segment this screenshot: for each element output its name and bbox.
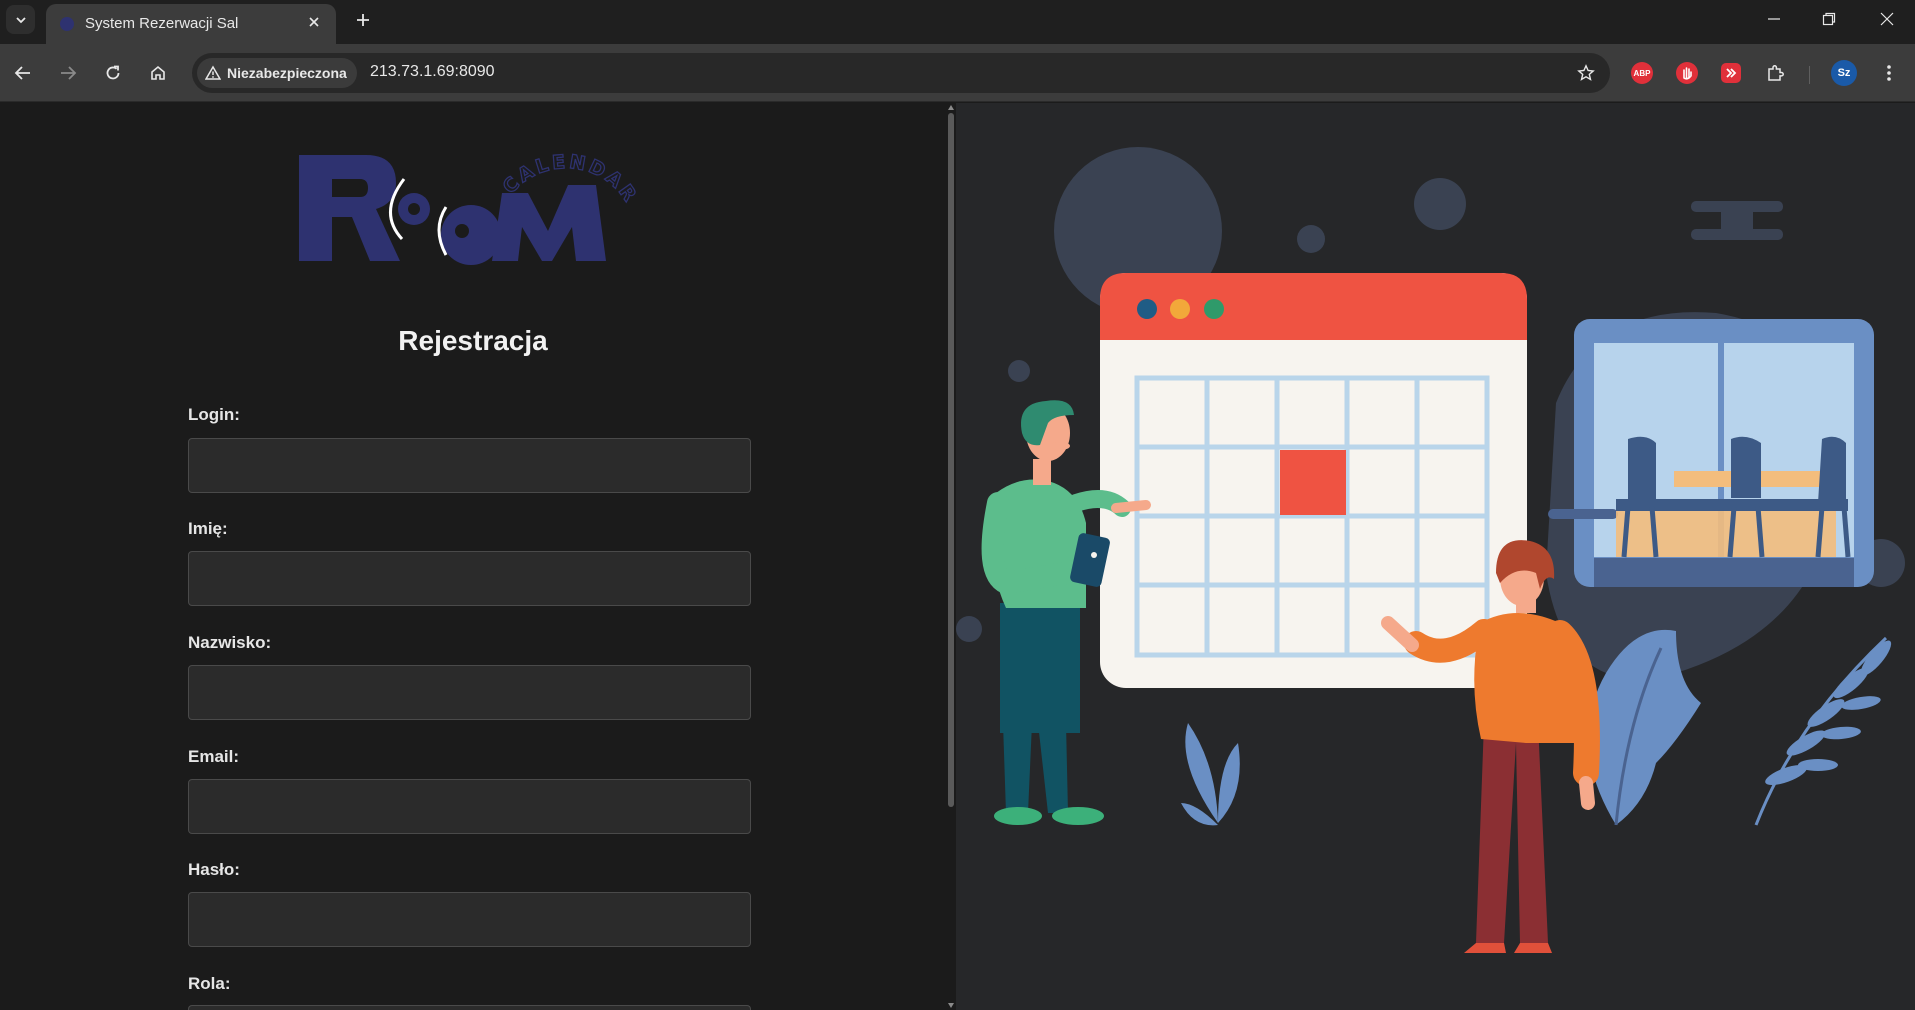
- close-icon: [309, 17, 319, 27]
- extensions-button[interactable]: [1764, 61, 1788, 85]
- plant-left-icon: [1181, 723, 1240, 826]
- login-input[interactable]: [188, 438, 751, 493]
- last-name-label: Nazwisko:: [188, 633, 272, 652]
- arrow-left-icon: [14, 66, 30, 80]
- calendar-meeting-illustration: [956, 147, 1905, 953]
- password-input[interactable]: [188, 892, 751, 947]
- page-scrollbar[interactable]: [946, 103, 956, 1010]
- stop-hand-icon: [1676, 62, 1698, 84]
- role-label: Rola:: [188, 974, 231, 993]
- email-input[interactable]: [188, 779, 751, 834]
- login-label: Login:: [188, 405, 240, 424]
- bookmark-button[interactable]: [1574, 61, 1598, 85]
- arrow-right-icon: [61, 66, 77, 80]
- minimize-window-button[interactable]: [1747, 0, 1801, 38]
- close-tab-button[interactable]: [304, 12, 324, 32]
- site-security-chip[interactable]: Niezabezpieczona: [197, 58, 357, 88]
- video-downloader-extension[interactable]: [1719, 61, 1743, 85]
- close-window-button[interactable]: [1860, 0, 1914, 38]
- scroll-down-arrow-icon[interactable]: [948, 1003, 954, 1008]
- email-label: Email:: [188, 747, 240, 766]
- address-bar[interactable]: Niezabezpieczona 213.73.1.69:8090: [192, 53, 1610, 93]
- registration-title: Rejestracja: [398, 325, 548, 356]
- page-content: CALENDAR Rejestracja Login: Imię: Nazwis…: [0, 103, 1915, 1010]
- star-icon: [1577, 64, 1595, 81]
- extensions-puzzle-icon: [1768, 65, 1784, 81]
- back-button[interactable]: [7, 57, 39, 89]
- tab-title: System Rezerwacji Sal: [85, 15, 239, 32]
- registration-panel: CALENDAR Rejestracja Login: Imię: Nazwis…: [0, 103, 946, 1010]
- video-downloader-icon: [1721, 63, 1741, 83]
- plus-icon: [357, 14, 369, 26]
- last-name-input[interactable]: [188, 665, 751, 720]
- minimize-icon: [1768, 18, 1780, 20]
- role-select[interactable]: [188, 1005, 751, 1010]
- warning-triangle-icon: [205, 65, 221, 80]
- new-tab-button[interactable]: [350, 7, 376, 33]
- plant-fern-icon: [1754, 636, 1892, 826]
- room-calendar-logo: CALENDAR: [299, 150, 640, 265]
- password-label: Hasło:: [188, 860, 240, 879]
- stop-hand-extension[interactable]: [1675, 61, 1699, 85]
- first-name-input[interactable]: [188, 551, 751, 606]
- reload-button[interactable]: [97, 57, 129, 89]
- tab-search-button[interactable]: [6, 5, 35, 34]
- more-vertical-icon: [1887, 65, 1891, 81]
- home-icon: [151, 65, 165, 80]
- restore-window-button[interactable]: [1802, 0, 1856, 38]
- first-name-label: Imię:: [188, 519, 228, 538]
- scrollbar-thumb[interactable]: [948, 113, 954, 807]
- home-button[interactable]: [142, 57, 174, 89]
- close-icon: [1880, 12, 1894, 26]
- browser-tab-active[interactable]: System Rezerwacji Sal: [46, 4, 336, 44]
- favicon-icon: [60, 17, 74, 31]
- forward-button[interactable]: [52, 57, 84, 89]
- meeting-room-window: [1548, 319, 1874, 587]
- chevron-down-icon: [15, 16, 26, 23]
- toolbar-separator: [1809, 66, 1810, 84]
- browser-toolbar: Niezabezpieczona 213.73.1.69:8090 ABP Sz: [0, 44, 1915, 102]
- reload-icon: [106, 65, 120, 80]
- browser-menu-button[interactable]: [1875, 59, 1903, 87]
- adblock-plus-extension[interactable]: ABP: [1630, 61, 1654, 85]
- restore-icon: [1822, 12, 1836, 26]
- scroll-up-arrow-icon[interactable]: [948, 105, 954, 110]
- security-label: Niezabezpieczona: [227, 65, 347, 81]
- calendar-icon: [1100, 273, 1527, 688]
- profile-avatar[interactable]: Sz: [1831, 60, 1857, 86]
- illustration-panel: [956, 103, 1915, 1010]
- url-text[interactable]: 213.73.1.69:8090: [370, 63, 495, 81]
- browser-tab-bar: System Rezerwacji Sal: [0, 0, 1915, 44]
- adblock-plus-icon: ABP: [1631, 62, 1653, 84]
